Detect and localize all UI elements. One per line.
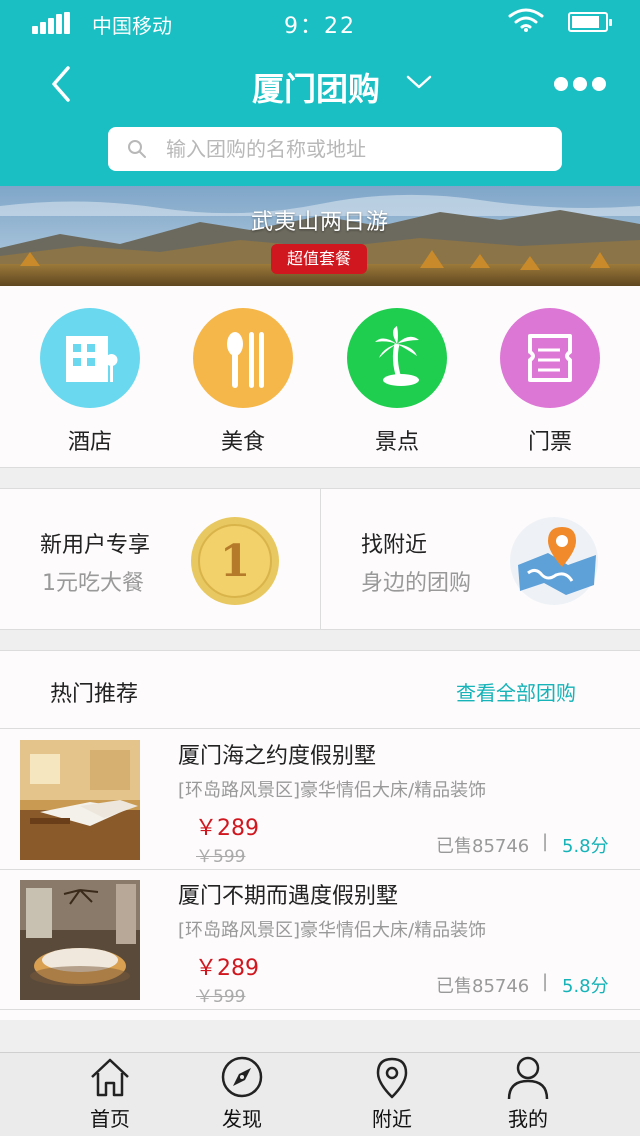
category-label: 酒店	[67, 430, 112, 455]
category-label: 美食	[220, 430, 265, 455]
tab-discover[interactable]: 发现	[192, 1053, 292, 1136]
deal-rating: 5.8分	[562, 976, 609, 997]
deal-thumbnail	[20, 740, 140, 860]
map-pin-icon	[510, 517, 598, 605]
deal-item[interactable]: 厦门海之约度假别墅 [环岛路风景区]豪华情侣大床/精品装饰 ￥289 ￥599 …	[0, 730, 640, 870]
category-hotel[interactable]: 酒店	[30, 308, 150, 458]
battery-icon	[568, 12, 612, 32]
wifi-icon	[508, 8, 544, 32]
promo-subtitle: 1元吃大餐	[42, 571, 144, 596]
search-icon	[128, 140, 146, 158]
deal-original-price: ￥599	[196, 847, 246, 867]
search-input[interactable]	[166, 133, 546, 165]
home-icon	[91, 1058, 129, 1097]
city-selector[interactable]: 厦门团购	[220, 64, 440, 108]
tab-label: 首页	[90, 1107, 130, 1131]
deal-item[interactable]: 厦门不期而遇度假别墅 [环岛路风景区]豪华情侣大床/精品装饰 ￥289 ￥599…	[0, 870, 640, 1010]
coin-number: 1	[220, 536, 251, 587]
view-all-link[interactable]: 查看全部团购	[456, 677, 576, 706]
tab-label: 我的	[508, 1107, 548, 1131]
deal-name: 厦门海之约度假别墅	[178, 744, 377, 769]
hotel-icon	[40, 308, 140, 408]
palm-tree-icon	[347, 308, 447, 408]
deal-description: [环岛路风景区]豪华情侣大床/精品装饰	[178, 780, 487, 801]
deal-sold-count: 已售85746	[436, 836, 530, 857]
tab-label: 附近	[372, 1107, 412, 1131]
deal-original-price: ￥599	[196, 987, 246, 1007]
section-title: 热门推荐	[50, 682, 139, 707]
compass-icon	[221, 1056, 263, 1098]
deal-name: 厦门不期而遇度假别墅	[178, 884, 399, 909]
deal-sold-count: 已售85746	[436, 976, 530, 997]
category-scenic[interactable]: 景点	[337, 308, 457, 458]
promo-subtitle: 身边的团购	[361, 571, 472, 596]
banner-title: 武夷山两日游	[250, 210, 389, 235]
deal-rating: 5.8分	[562, 836, 609, 857]
user-icon	[507, 1056, 549, 1099]
tab-bar: 首页 发现 附近 我的	[0, 1052, 640, 1136]
deal-separator: |	[542, 971, 549, 992]
header: 中国移动 9：22 厦门团购	[0, 0, 640, 186]
tab-profile[interactable]: 我的	[478, 1053, 578, 1136]
deal-separator: |	[542, 831, 549, 852]
category-label: 门票	[527, 430, 572, 455]
chevron-down-icon	[406, 75, 432, 89]
promo-new-user[interactable]: 新用户专享 1元吃大餐 1	[0, 489, 320, 629]
page-title: 厦门团购	[252, 70, 381, 108]
promo-title: 新用户专享	[40, 533, 151, 558]
category-label: 景点	[374, 430, 419, 455]
category-ticket[interactable]: 门票	[490, 308, 610, 458]
location-pin-icon	[376, 1057, 408, 1099]
deal-price: ￥289	[195, 956, 259, 981]
back-arrow-icon[interactable]	[44, 62, 84, 106]
promo-title: 找附近	[361, 533, 428, 558]
tab-nearby[interactable]: 附近	[342, 1053, 442, 1136]
food-icon	[193, 308, 293, 408]
deal-description: [环岛路风景区]豪华情侣大床/精品装饰	[178, 920, 487, 941]
more-dots-icon[interactable]	[552, 74, 608, 94]
section-header: 热门推荐 查看全部团购	[0, 651, 640, 729]
status-time: 9：22	[284, 14, 356, 39]
ticket-icon	[500, 308, 600, 408]
category-grid: 酒店 美食 景点 门票	[0, 286, 640, 468]
status-bar: 中国移动 9：22	[0, 0, 640, 44]
hot-deals-section: 热门推荐 查看全部团购 厦门海之约度假别墅 [环岛路风景区]豪华情侣大床/精品装…	[0, 650, 640, 1020]
coin-icon: 1	[191, 517, 279, 605]
category-food[interactable]: 美食	[183, 308, 303, 458]
search-bar	[108, 127, 562, 171]
deal-price: ￥289	[195, 816, 259, 841]
banner-badge[interactable]: 超值套餐	[271, 244, 367, 274]
tab-label: 发现	[222, 1107, 262, 1131]
deal-thumbnail	[20, 880, 140, 1000]
tab-home[interactable]: 首页	[60, 1053, 160, 1136]
